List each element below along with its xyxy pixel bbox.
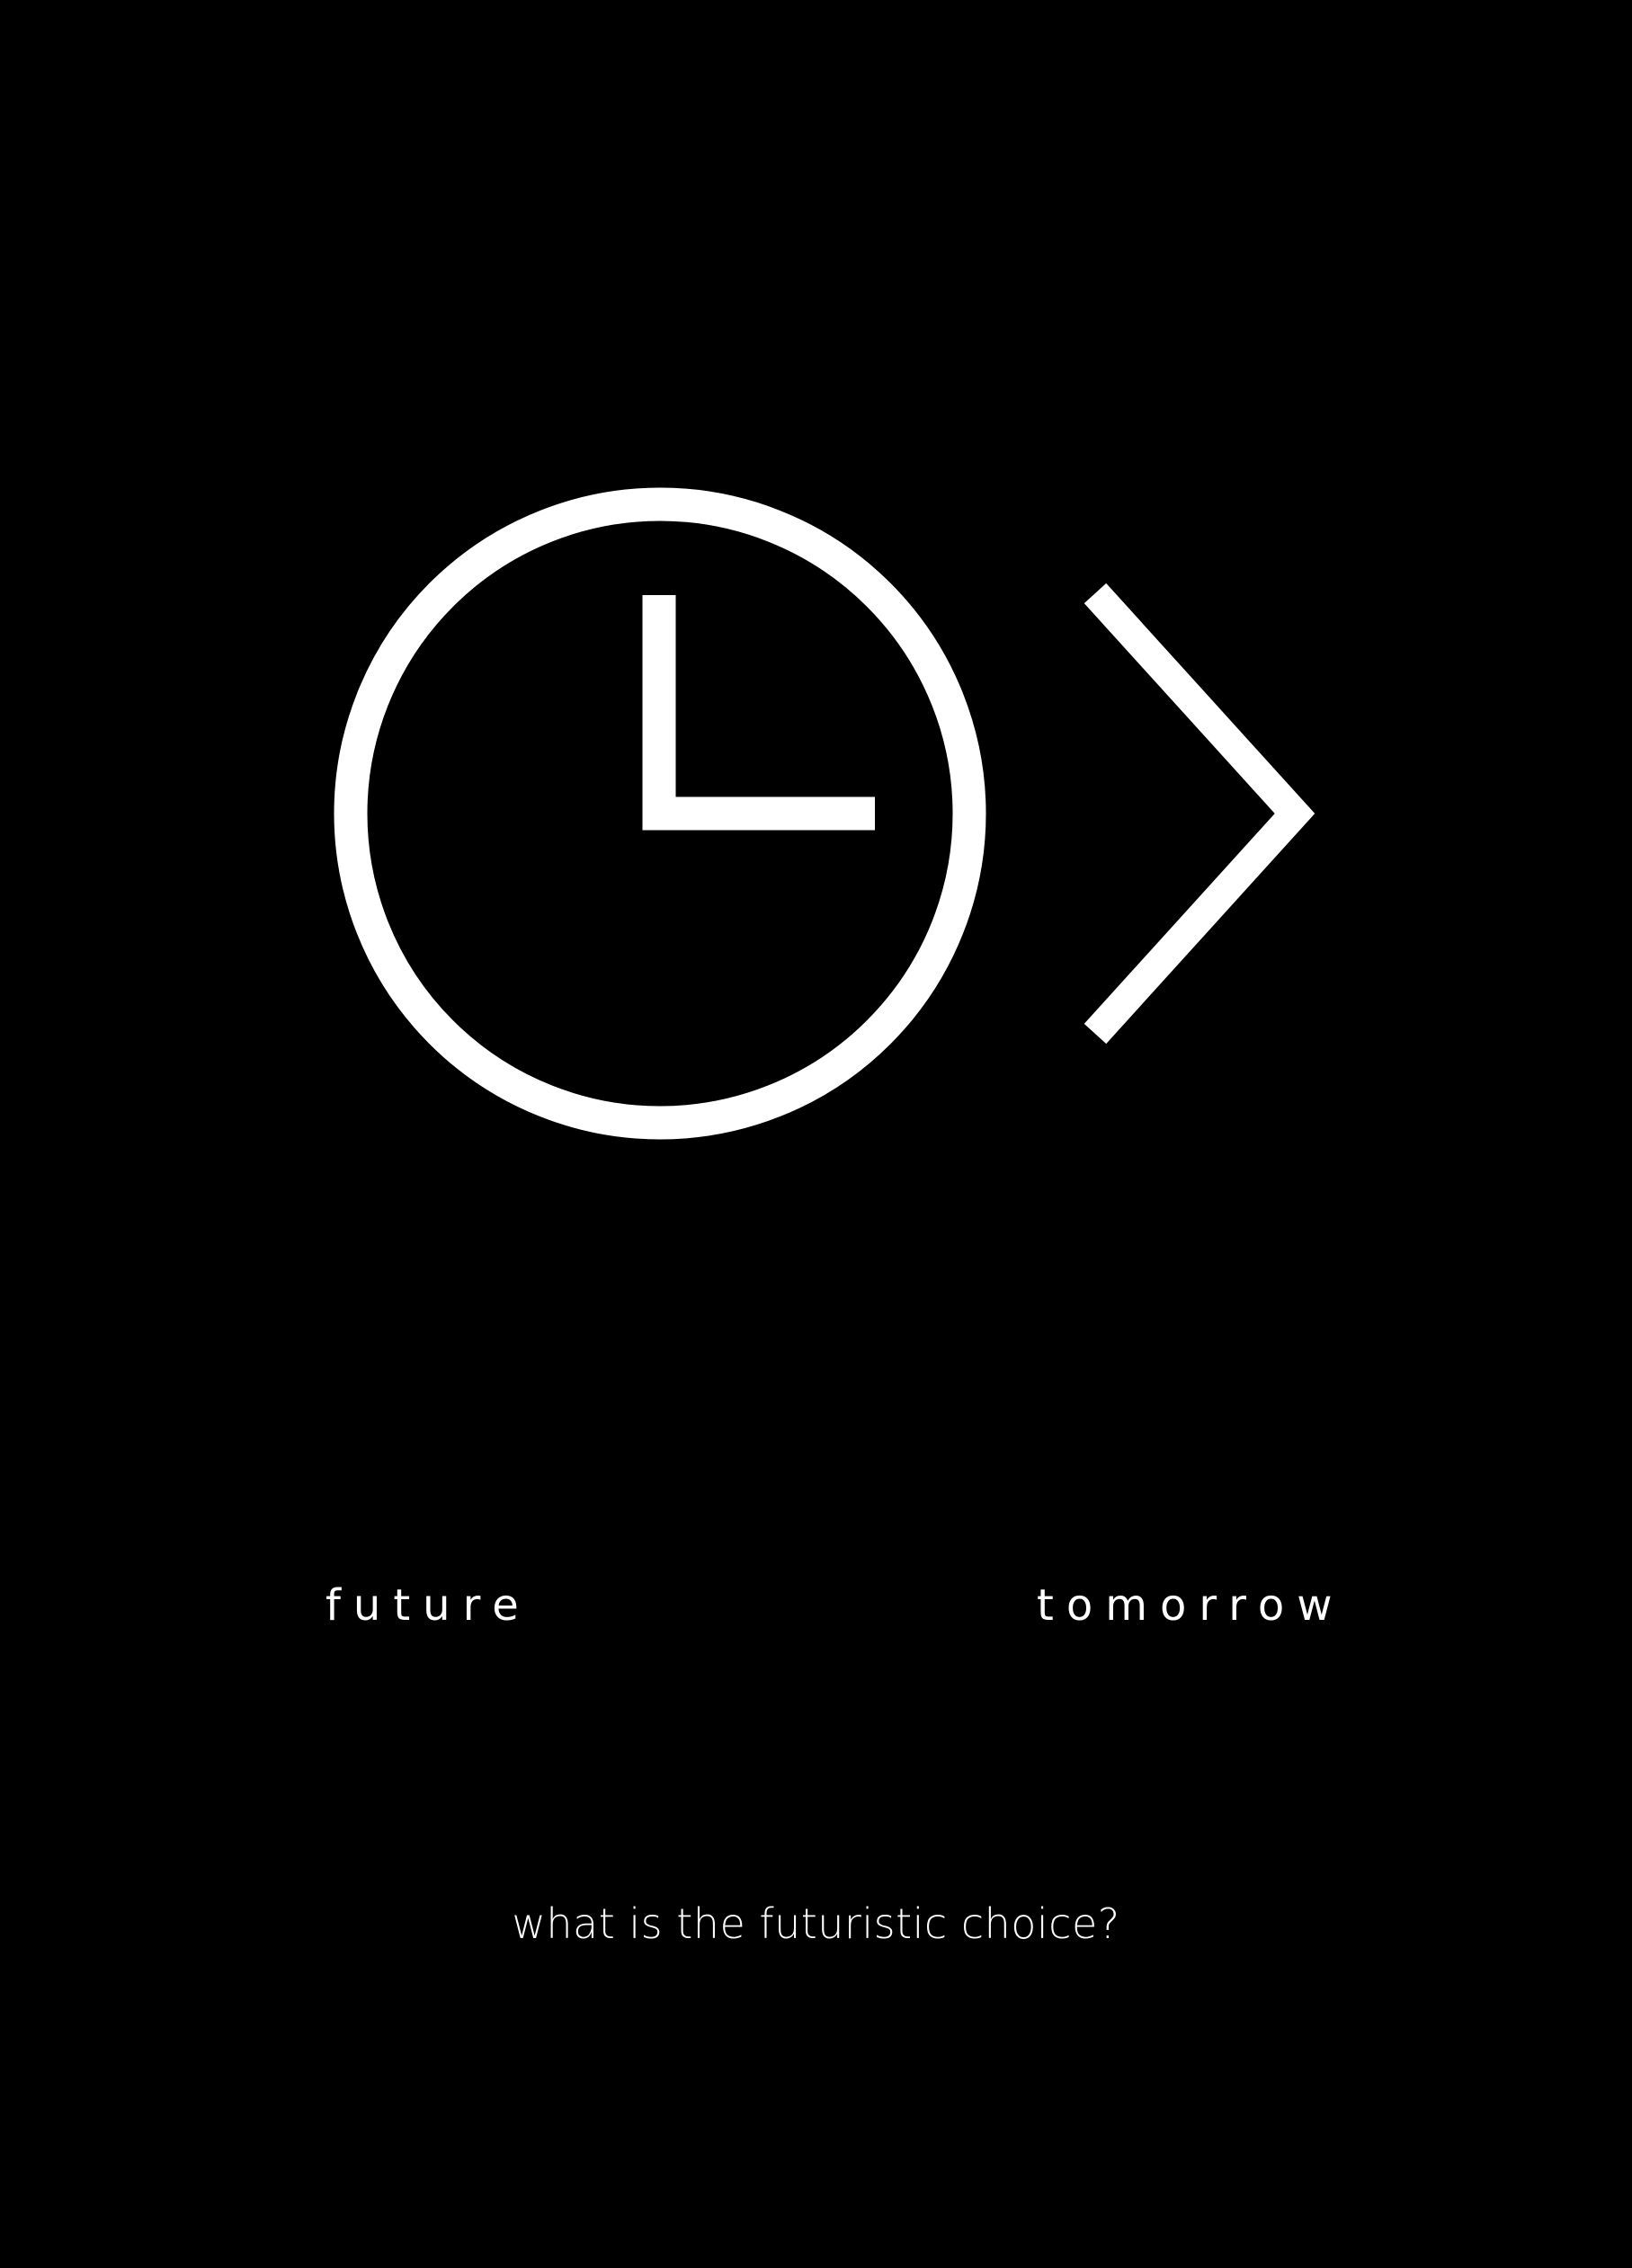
chevron-right-icon [1084, 583, 1315, 1045]
poster: future tomorrow what is the futuristic c… [0, 0, 1632, 2268]
clock-icon [334, 487, 986, 1140]
question-text: what is the futuristic choice? [512, 1899, 1120, 1948]
future-label: future [326, 1580, 531, 1631]
clock-hands [642, 595, 875, 831]
tomorrow-label: tomorrow [1037, 1580, 1345, 1631]
